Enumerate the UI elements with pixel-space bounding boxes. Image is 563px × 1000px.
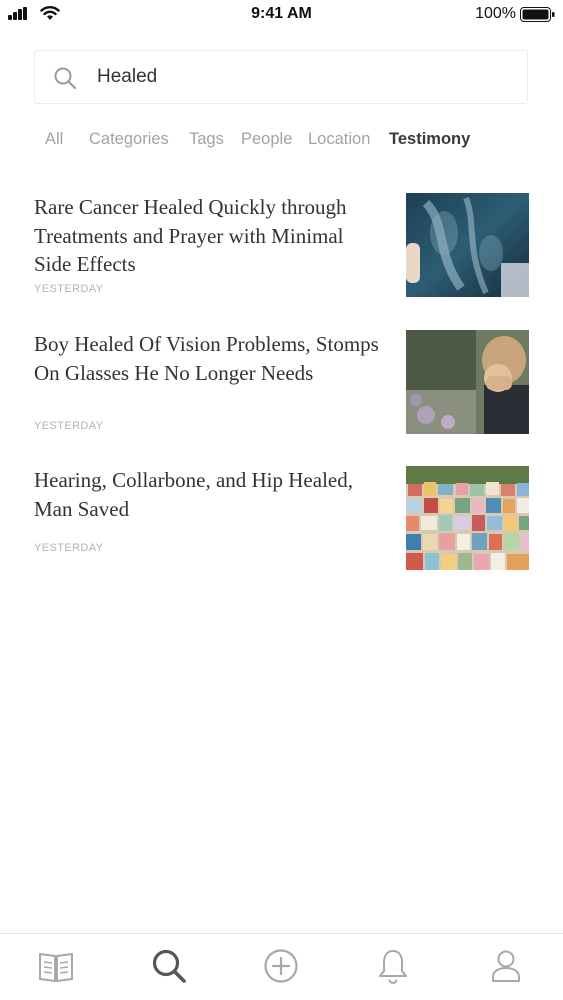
filter-tab-categories[interactable]: Categories <box>89 130 169 149</box>
result-thumbnail-xray[interactable] <box>406 193 529 297</box>
battery-percent: 100% <box>475 5 516 22</box>
search-screen: 9:41 AM 100% All Categories Tags People … <box>0 0 563 1000</box>
result-title[interactable]: Hearing, Collarbone, and Hip Healed, Man… <box>34 466 384 523</box>
book-icon <box>39 953 73 982</box>
result-thumbnail-boy[interactable] <box>406 330 529 434</box>
tab-search[interactable] <box>149 946 189 986</box>
filter-tab-all[interactable]: All <box>45 130 63 149</box>
bell-icon <box>379 950 407 984</box>
result-thumbnail-town[interactable] <box>406 466 529 570</box>
filter-tab-people[interactable]: People <box>241 130 292 149</box>
result-timestamp: YESTERDAY <box>34 420 104 432</box>
tab-book[interactable] <box>36 946 76 986</box>
result-item[interactable]: Hearing, Collarbone, and Hip Healed, Man… <box>34 466 529 576</box>
filter-tab-location[interactable]: Location <box>308 130 370 149</box>
tab-notifications[interactable] <box>373 946 413 986</box>
filter-tab-testimony[interactable]: Testimony <box>389 130 470 149</box>
tab-add[interactable] <box>261 946 301 986</box>
result-item[interactable]: Boy Healed Of Vision Problems, Stomps On… <box>34 330 529 440</box>
result-item[interactable]: Rare Cancer Healed Quickly through Treat… <box>34 193 529 303</box>
battery-icon <box>520 7 555 22</box>
result-timestamp: YESTERDAY <box>34 283 104 295</box>
filter-tab-tags[interactable]: Tags <box>189 130 224 149</box>
profile-icon <box>492 950 520 982</box>
bottom-tab-bar <box>0 933 563 1000</box>
result-title[interactable]: Rare Cancer Healed Quickly through Treat… <box>34 193 384 279</box>
search-input[interactable] <box>97 51 517 103</box>
result-title[interactable]: Boy Healed Of Vision Problems, Stomps On… <box>34 330 384 387</box>
tab-profile[interactable] <box>486 946 526 986</box>
result-timestamp: YESTERDAY <box>34 542 104 554</box>
add-circle-icon <box>264 949 298 983</box>
search-icon <box>54 67 77 90</box>
status-bar: 9:41 AM 100% <box>0 0 563 30</box>
search-box[interactable] <box>34 50 528 104</box>
search-icon <box>152 949 186 983</box>
